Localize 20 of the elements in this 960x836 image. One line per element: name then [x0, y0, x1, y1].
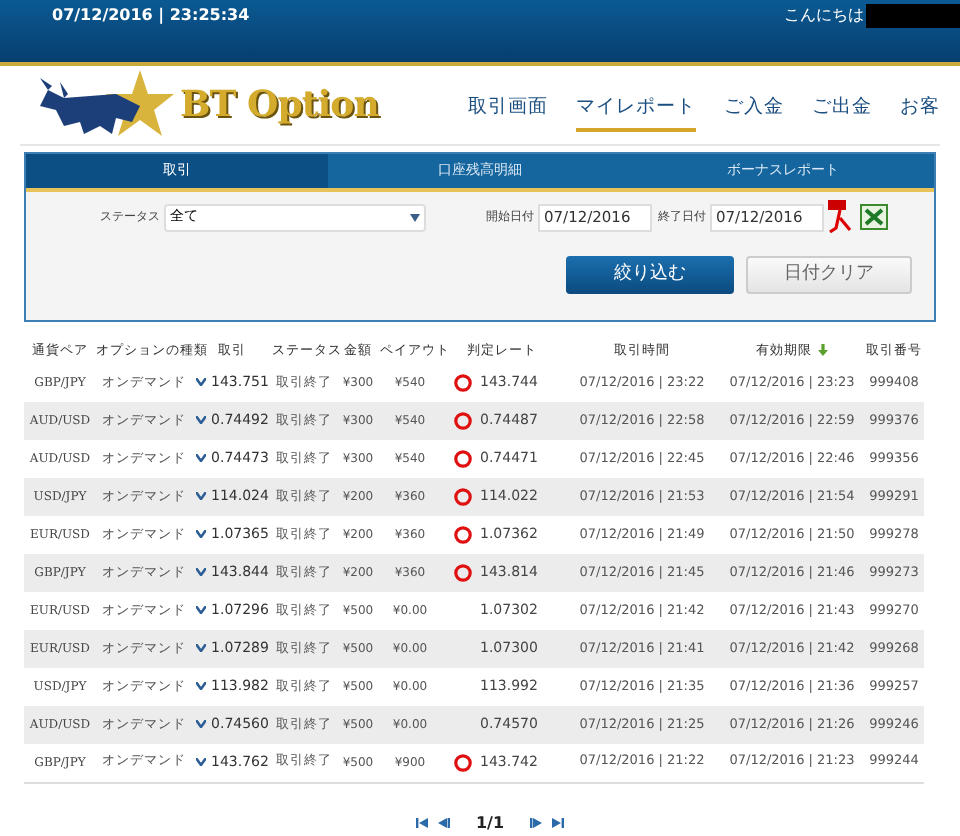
last-page-icon[interactable] — [552, 818, 565, 828]
nav-link[interactable]: 取引画面 — [468, 94, 548, 132]
pdf-icon[interactable] — [828, 200, 854, 234]
redacted-name — [866, 4, 960, 28]
previous-page-icon[interactable] — [437, 818, 450, 828]
sort-arrow-icon[interactable] — [818, 344, 828, 357]
greeting-text: こんにちは — [784, 4, 864, 28]
nav-link[interactable]: ご出金 — [812, 94, 872, 132]
filter-button[interactable]: 絞り込む — [566, 256, 734, 294]
nav-link[interactable]: お客 — [900, 94, 940, 132]
caret-icon — [410, 213, 420, 221]
spreadsheet-icon[interactable] — [860, 204, 888, 230]
page-indicator: 1/1 — [475, 811, 505, 835]
nav-link[interactable]: マイレポート — [576, 94, 696, 132]
nav-link[interactable]: ご入金 — [724, 94, 784, 132]
logo-text: BT Option — [180, 82, 379, 130]
clear-dates-button[interactable]: 日付クリア — [746, 256, 912, 294]
first-page-icon[interactable] — [415, 818, 428, 828]
next-page-icon[interactable] — [530, 818, 543, 828]
header-datetime: 07/12/2016 | 23:25:34 — [52, 4, 250, 28]
